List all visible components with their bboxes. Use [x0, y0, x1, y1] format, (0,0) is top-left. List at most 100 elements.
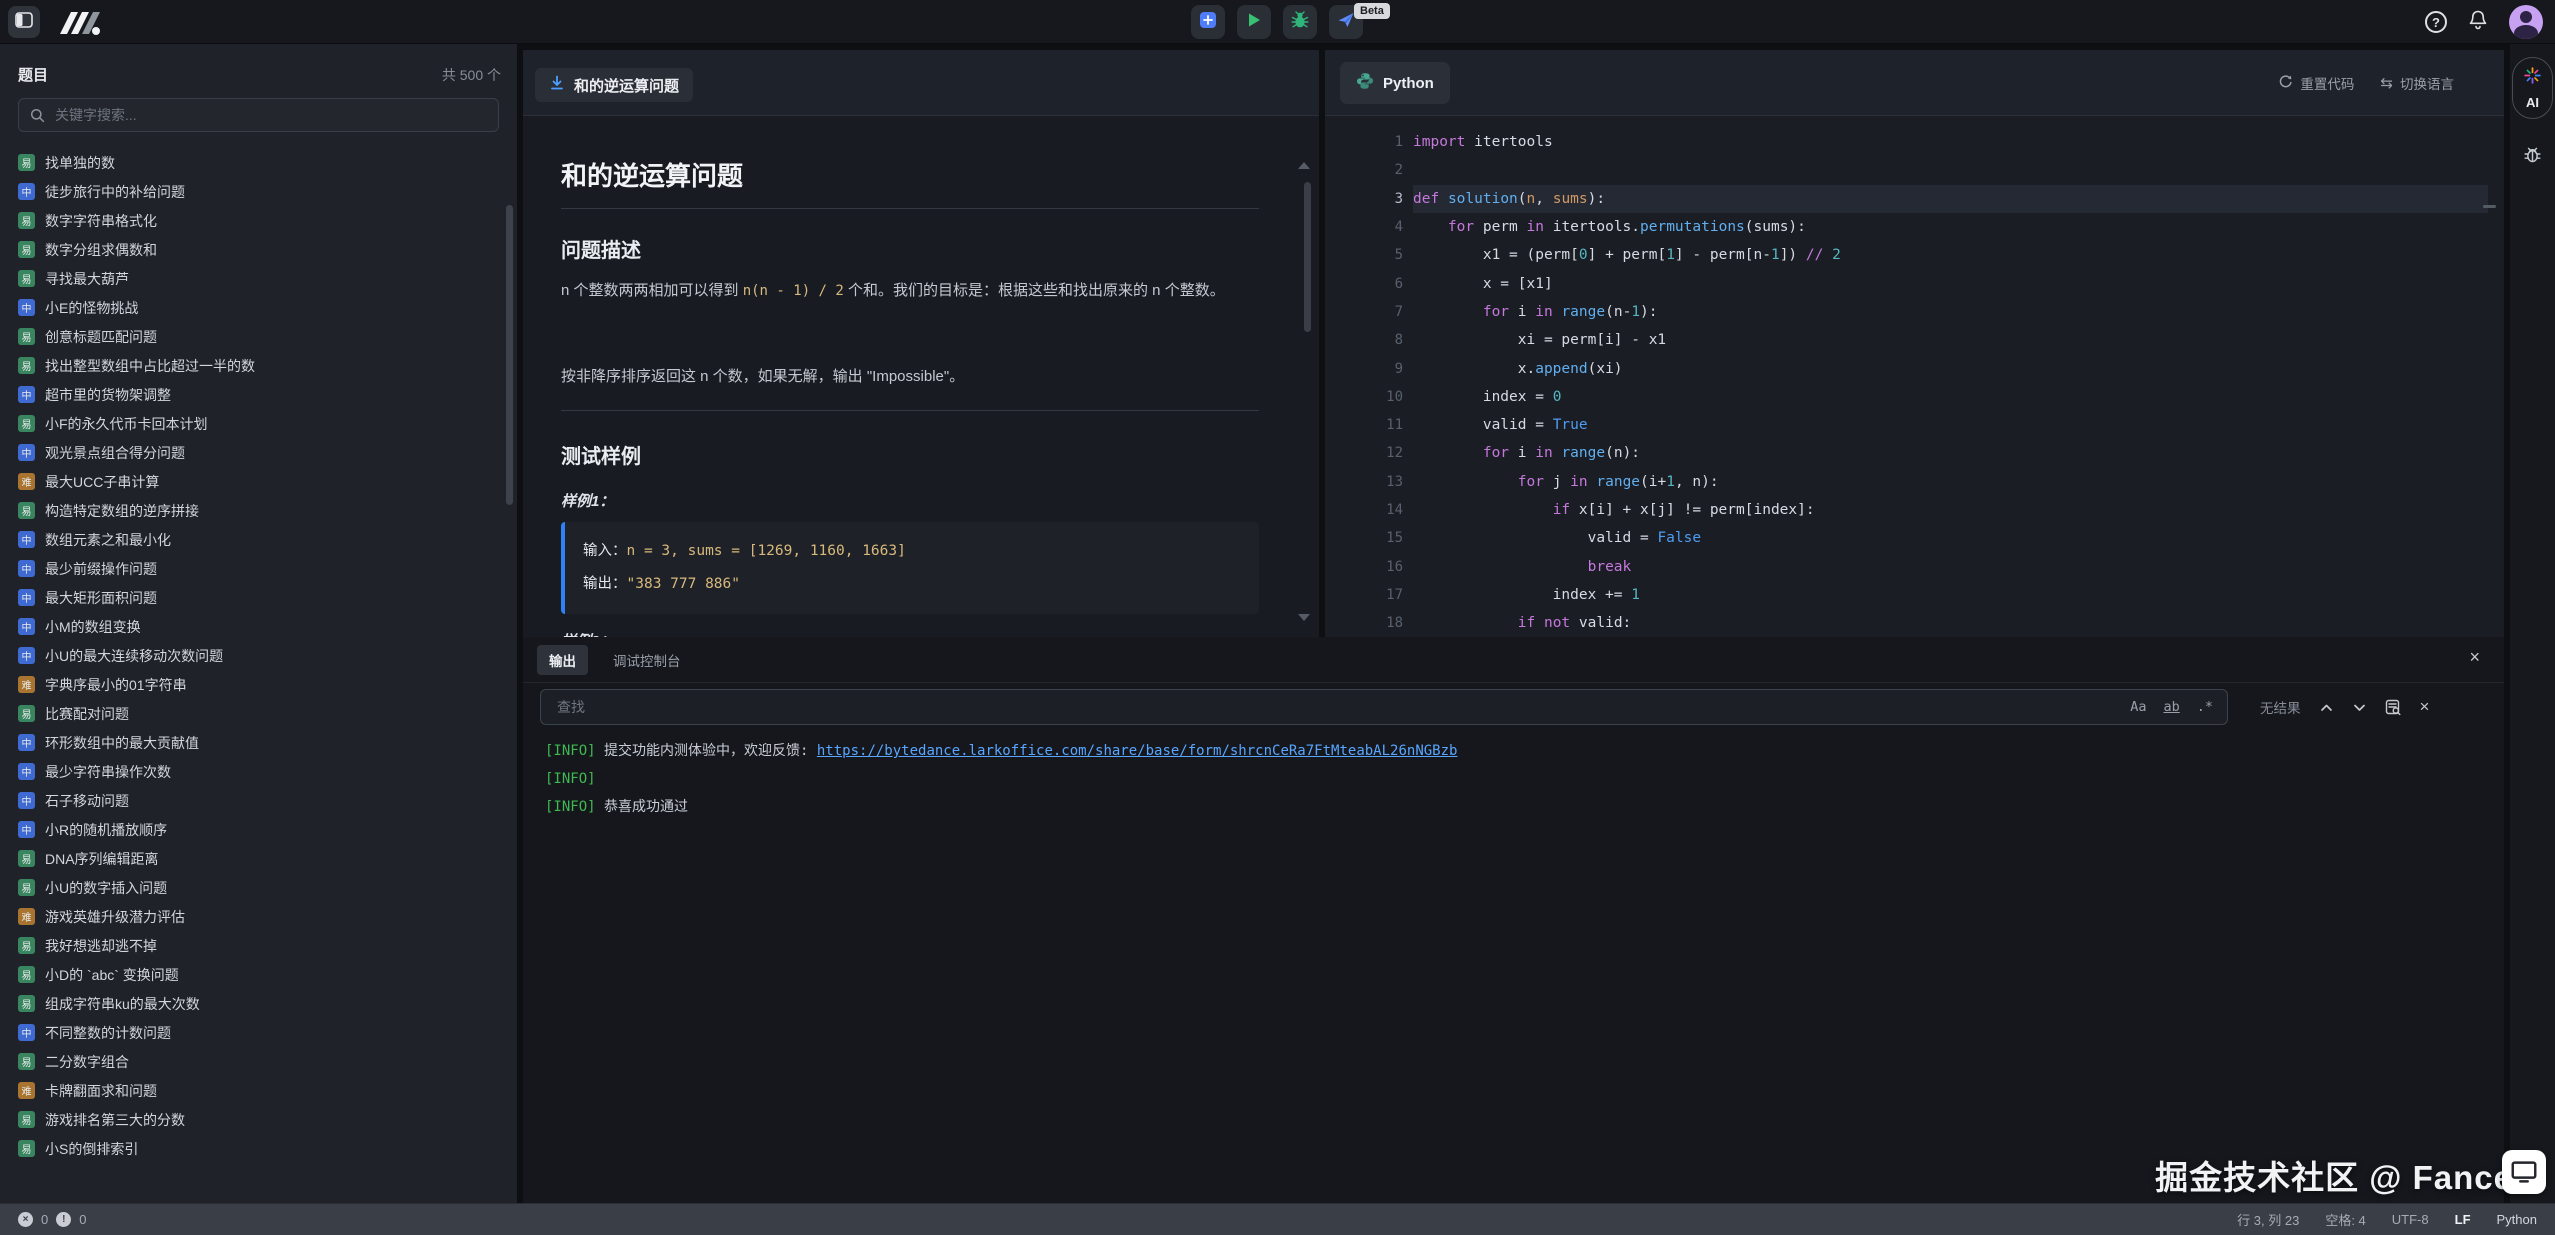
- problem-list-item[interactable]: 易小U的数字插入问题: [0, 873, 517, 902]
- problem-list-item[interactable]: 易DNA序列编辑距离: [0, 844, 517, 873]
- feedback-bug-button[interactable]: [2522, 144, 2543, 170]
- problem-item-title: 找单独的数: [45, 153, 115, 173]
- problem-list-item[interactable]: 易数字字符串格式化: [0, 206, 517, 235]
- problem-list-item[interactable]: 中不同整数的计数问题: [0, 1018, 517, 1047]
- problem-list-item[interactable]: 难字典序最小的01字符串: [0, 670, 517, 699]
- code-editor-body[interactable]: 1import itertools 2 3def solution(n, sums)…: [1325, 116, 2504, 637]
- problem-list-item[interactable]: 易数字分组求偶数和: [0, 235, 517, 264]
- run-button[interactable]: [1237, 5, 1271, 39]
- sidebar-scrollbar[interactable]: [506, 205, 513, 505]
- close-panel-icon[interactable]: ×: [2469, 647, 2480, 668]
- problem-list-item[interactable]: 中最少前缀操作问题: [0, 554, 517, 583]
- problem-list-item[interactable]: 易我好想逃却逃不掉: [0, 931, 517, 960]
- marscode-logo-icon[interactable]: [58, 10, 106, 36]
- status-item[interactable]: UTF-8: [2392, 1212, 2429, 1227]
- problem-list-item[interactable]: 中数组元素之和最小化: [0, 525, 517, 554]
- scroll-down-arrow[interactable]: [1298, 614, 1310, 621]
- code-line[interactable]: 10 index = 0: [1325, 383, 2504, 411]
- problem-item-title: 组成字符串ku的最大次数: [45, 994, 200, 1014]
- problem-list-item[interactable]: 中小E的怪物挑战: [0, 293, 517, 322]
- ai-assistant-button[interactable]: AI: [2512, 57, 2553, 119]
- find-option-[interactable]: .*: [2197, 699, 2213, 715]
- code-line[interactable]: 11 valid = True: [1325, 411, 2504, 439]
- find-close-icon[interactable]: ×: [2420, 697, 2430, 717]
- problem-tab[interactable]: 和的逆运算问题: [535, 68, 693, 102]
- problem-list-item[interactable]: 易创意标题匹配问题: [0, 322, 517, 351]
- user-avatar[interactable]: [2509, 5, 2543, 39]
- scroll-up-arrow[interactable]: [1298, 162, 1310, 169]
- problem-scrollbar[interactable]: [1304, 182, 1311, 332]
- code-line[interactable]: 5 x1 = (perm[0] + perm[1] - perm[n-1]) /…: [1325, 241, 2504, 269]
- find-option-ab[interactable]: ab: [2163, 699, 2179, 715]
- find-input[interactable]: [555, 691, 2005, 723]
- language-tab-python[interactable]: Python: [1340, 62, 1450, 104]
- problem-list-item[interactable]: 中小M的数组变换: [0, 612, 517, 641]
- code-line[interactable]: 13 for j in range(i+1, n):: [1325, 468, 2504, 496]
- find-previous-icon[interactable]: [2319, 700, 2334, 715]
- code-line[interactable]: 6 x = [x1]: [1325, 269, 2504, 297]
- find-bar: Aaab.* 无结果 ×: [540, 689, 2429, 725]
- problem-list-item[interactable]: 难游戏英雄升级潜力评估: [0, 902, 517, 931]
- status-item[interactable]: 行 3, 列 23: [2237, 1210, 2299, 1229]
- problem-list-item[interactable]: 难卡牌翻面求和问题: [0, 1076, 517, 1105]
- description-paragraph-1: n 个整数两两相加可以得到 n(n - 1) / 2 个和。我们的目标是：根据这…: [561, 276, 1261, 306]
- problem-list-item[interactable]: 易小S的倒排索引: [0, 1134, 517, 1163]
- status-item[interactable]: 空格: 4: [2325, 1210, 2365, 1229]
- code-line[interactable]: 14 if x[i] + x[j] != perm[index]:: [1325, 496, 2504, 524]
- status-item[interactable]: Python: [2497, 1212, 2537, 1227]
- problem-list-item[interactable]: 难最大UCC子串计算: [0, 467, 517, 496]
- problem-list-item[interactable]: 中小U的最大连续移动次数问题: [0, 641, 517, 670]
- code-line[interactable]: 18 if not valid:: [1325, 609, 2504, 637]
- find-option-Aa[interactable]: Aa: [2130, 699, 2146, 715]
- code-line[interactable]: 17 index += 1: [1325, 581, 2504, 609]
- problem-list-item[interactable]: 中石子移动问题: [0, 786, 517, 815]
- code-line[interactable]: 15 valid = False: [1325, 524, 2504, 552]
- code-line[interactable]: 2: [1325, 156, 2504, 184]
- problem-list-item[interactable]: 中超市里的货物架调整: [0, 380, 517, 409]
- add-button[interactable]: [1191, 5, 1225, 39]
- problem-list-item[interactable]: 易找单独的数: [0, 148, 517, 177]
- sidebar-toggle-button[interactable]: [8, 6, 40, 38]
- code-line[interactable]: 9 x.append(xi): [1325, 354, 2504, 382]
- code-line[interactable]: 3def solution(n, sums):: [1325, 185, 2504, 213]
- debug-button[interactable]: [1283, 5, 1317, 39]
- problem-item-title: 环形数组中的最大贡献值: [45, 733, 199, 753]
- screen-share-button[interactable]: [2502, 1150, 2546, 1194]
- line-number: 8: [1325, 332, 1403, 348]
- tab-output[interactable]: 输出: [537, 645, 588, 675]
- tab-debug-console[interactable]: 调试控制台: [601, 645, 693, 675]
- help-icon[interactable]: ?: [2425, 11, 2447, 33]
- log-link[interactable]: https://bytedance.larkoffice.com/share/b…: [817, 743, 1458, 759]
- problem-list-item[interactable]: 中观光景点组合得分问题: [0, 438, 517, 467]
- code-line[interactable]: 1import itertools: [1325, 128, 2504, 156]
- problem-list-item[interactable]: 易二分数字组合: [0, 1047, 517, 1076]
- problem-list-item[interactable]: 中最少字符串操作次数: [0, 757, 517, 786]
- problem-list-item[interactable]: 易小D的 `abc` 变换问题: [0, 960, 517, 989]
- problem-list-item[interactable]: 易寻找最大葫芦: [0, 264, 517, 293]
- problem-list-item[interactable]: 易小F的永久代币卡回本计划: [0, 409, 517, 438]
- status-item[interactable]: LF: [2455, 1212, 2471, 1227]
- problem-list-item[interactable]: 易构造特定数组的逆序拼接: [0, 496, 517, 525]
- editor-scrollbar-thumb[interactable]: [2483, 205, 2496, 208]
- code-line[interactable]: 7 for i in range(n-1):: [1325, 298, 2504, 326]
- problem-list-item[interactable]: 易比赛配对问题: [0, 699, 517, 728]
- problem-list-item[interactable]: 易组成字符串ku的最大次数: [0, 989, 517, 1018]
- problem-list-item[interactable]: 中环形数组中的最大贡献值: [0, 728, 517, 757]
- find-in-selection-icon[interactable]: [2385, 699, 2402, 716]
- problem-list-item[interactable]: 中最大矩形面积问题: [0, 583, 517, 612]
- problem-list-item[interactable]: 中徒步旅行中的补给问题: [0, 177, 517, 206]
- problems-summary[interactable]: × 0 ! 0: [18, 1212, 86, 1227]
- code-line[interactable]: 8 xi = perm[i] - x1: [1325, 326, 2504, 354]
- code-line[interactable]: 16 break: [1325, 552, 2504, 580]
- notifications-bell-icon[interactable]: [2467, 9, 2489, 36]
- problem-list-item[interactable]: 中小R的随机播放顺序: [0, 815, 517, 844]
- line-number: 2: [1325, 162, 1403, 178]
- problem-list-item[interactable]: 易游戏排名第三大的分数: [0, 1105, 517, 1134]
- code-line[interactable]: 12 for i in range(n):: [1325, 439, 2504, 467]
- switch-language-button[interactable]: ⇆ 切换语言: [2380, 73, 2454, 93]
- find-next-icon[interactable]: [2352, 700, 2367, 715]
- code-line[interactable]: 4 for perm in itertools.permutations(sum…: [1325, 213, 2504, 241]
- search-input[interactable]: [53, 100, 483, 130]
- reset-code-button[interactable]: 重置代码: [2278, 73, 2354, 93]
- problem-list-item[interactable]: 易找出整型数组中占比超过一半的数: [0, 351, 517, 380]
